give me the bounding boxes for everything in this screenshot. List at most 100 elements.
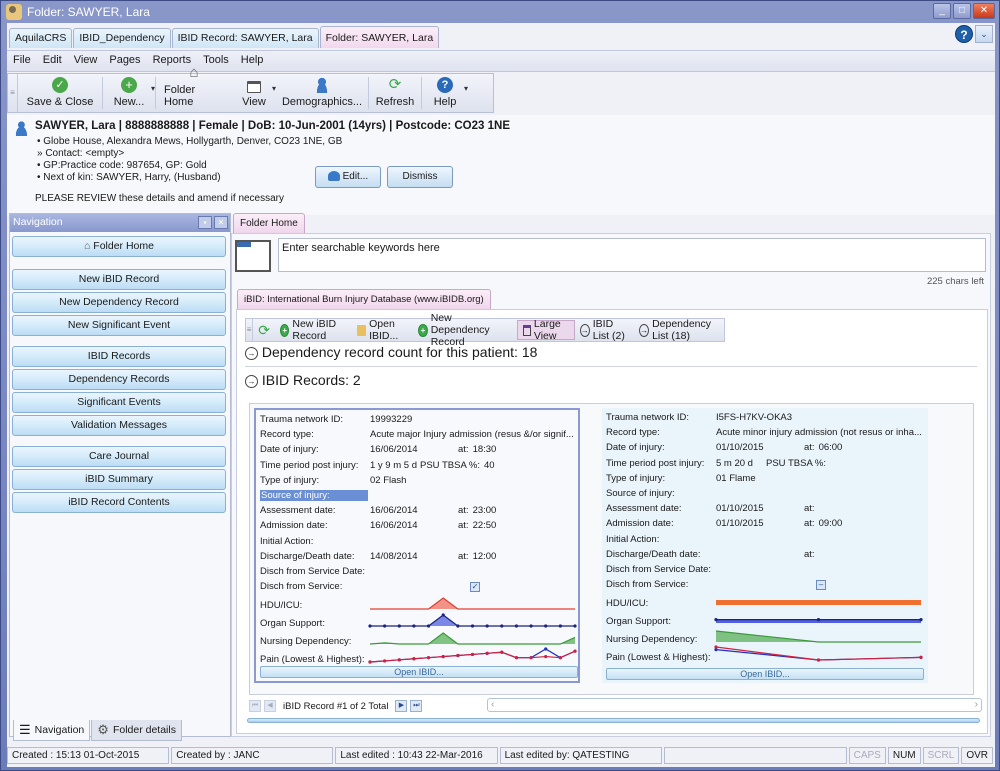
toolbar-grip[interactable]: ≡: [8, 74, 18, 112]
nav-ibid-records[interactable]: IBID Records: [12, 346, 226, 367]
field-trauma-id[interactable]: Trauma network ID: I5FS-H7KV-OKA3: [606, 412, 924, 427]
help-icon[interactable]: ?: [955, 25, 973, 43]
tab-folder-home[interactable]: Folder Home: [233, 213, 305, 233]
arrow-right-circle-icon: →: [579, 323, 590, 337]
horizontal-scrollbar[interactable]: ‹ ›: [487, 698, 982, 712]
folder-home-button[interactable]: ⌂ Folder Home: [156, 65, 232, 112]
new-ibid-record-button[interactable]: + New iBID Record: [275, 318, 352, 342]
field-date-injury[interactable]: Date of injury: 01/10/2015 at: 06:00: [606, 442, 924, 457]
ibid-records-heading[interactable]: → IBID Records: 2: [245, 372, 361, 388]
menu-edit[interactable]: Edit: [43, 54, 62, 71]
nav-validation-messages[interactable]: Validation Messages: [12, 415, 226, 436]
tab-ibid[interactable]: iBID: International Burn Injury Database…: [237, 289, 491, 309]
field-discharge[interactable]: Discharge/Death date: 14/08/2014 at: 12:00: [260, 551, 578, 566]
edit-button[interactable]: Edit...: [315, 166, 381, 188]
dropdown-arrow-icon[interactable]: ▾: [151, 84, 155, 93]
nav-new-ibid-record[interactable]: New iBID Record: [12, 269, 226, 290]
field-label: Type of injury:: [606, 472, 666, 484]
first-record-button[interactable]: ⏮: [249, 700, 261, 712]
field-disch-service[interactable]: Disch from Service: –: [606, 579, 924, 594]
field-source-injury[interactable]: Source of injury:: [260, 490, 578, 505]
field-assessment[interactable]: Assessment date: 16/06/2014 at: 23:00: [260, 505, 578, 520]
nav-significant-events[interactable]: Significant Events: [12, 392, 226, 413]
view-button[interactable]: View ▾: [232, 74, 276, 112]
tab-ibid-record[interactable]: IBID Record: SAWYER, Lara: [171, 28, 319, 48]
tab-navigation[interactable]: ☰ Navigation: [13, 720, 91, 741]
pin-icon[interactable]: ▪: [198, 216, 212, 229]
minimize-button[interactable]: _: [933, 3, 951, 19]
nav-new-dependency-record[interactable]: New Dependency Record: [12, 292, 226, 313]
maximize-button[interactable]: □: [953, 3, 971, 19]
field-record-type[interactable]: Record type: Acute major Injury admission…: [260, 429, 578, 444]
menu-help[interactable]: Help: [241, 54, 264, 71]
field-value: Acute minor injury admission (not resus …: [716, 427, 922, 439]
refresh-button[interactable]: ⟳ Refresh: [369, 74, 421, 112]
close-button[interactable]: ✕: [973, 3, 995, 19]
toolbar-grip[interactable]: ≡: [246, 319, 254, 341]
menu-file[interactable]: File: [13, 54, 31, 71]
ibid-record-card-2[interactable]: Trauma network ID: I5FS-H7KV-OKA3 Record t…: [602, 408, 928, 683]
field-disch-date[interactable]: Disch from Service Date:: [260, 566, 578, 581]
splitter-handle[interactable]: [247, 718, 980, 723]
field-initial-action[interactable]: Initial Action:: [606, 534, 924, 549]
field-trauma-id[interactable]: Trauma network ID: 19993229: [260, 414, 578, 429]
new-button[interactable]: + New... ▾: [103, 74, 155, 112]
tab-folder-details[interactable]: ⚙ Folder details: [91, 720, 182, 741]
open-ibid-button[interactable]: Open IBID...: [352, 318, 414, 342]
tab-ibid-dependency[interactable]: IBID_Dependency: [73, 28, 171, 48]
dropdown-arrow-icon[interactable]: ▾: [464, 84, 468, 93]
field-discharge[interactable]: Discharge/Death date: at:: [606, 549, 924, 564]
field-label: Disch from Service Date:: [260, 566, 366, 577]
field-disch-service[interactable]: Disch from Service: ✓: [260, 581, 578, 596]
save-close-button[interactable]: ✓ Save & Close: [18, 74, 102, 112]
nav-ibid-summary[interactable]: iBID Summary: [12, 469, 226, 490]
scroll-left-icon[interactable]: ‹: [491, 699, 494, 710]
demographics-button[interactable]: Demographics...: [276, 74, 368, 112]
menu-pages[interactable]: Pages: [109, 54, 140, 71]
field-admission[interactable]: Admission date: 16/06/2014 at: 22:50: [260, 520, 578, 535]
field-disch-date[interactable]: Disch from Service Date:: [606, 564, 924, 579]
tab-aquilacrs[interactable]: AquilaCRS: [9, 28, 73, 48]
field-type-injury[interactable]: Type of injury: 02 Flash: [260, 475, 578, 490]
dismiss-button[interactable]: Dismiss: [387, 166, 453, 188]
time-field: at: 18:30: [458, 444, 496, 455]
disch-from-service-checkbox[interactable]: ✓: [470, 582, 480, 593]
refresh-button[interactable]: ⟳: [253, 322, 275, 339]
field-date-injury[interactable]: Date of injury: 16/06/2014 at: 18:30: [260, 444, 578, 459]
next-record-button[interactable]: ▶: [395, 700, 408, 712]
nav-ibid-record-contents[interactable]: iBID Record Contents: [12, 492, 226, 513]
dependency-count-heading[interactable]: → Dependency record count for this patie…: [245, 344, 537, 360]
field-time-post[interactable]: Time period post injury: 1 y 9 m 5 d PSU T…: [260, 460, 578, 475]
ibid-list-button[interactable]: → IBID List (2): [575, 318, 634, 342]
menu-tools[interactable]: Tools: [203, 54, 229, 71]
dependency-list-button[interactable]: → Dependency List (18): [634, 318, 724, 342]
field-time-post[interactable]: Time period post injury: 5 m 20 d PSU TBSA…: [606, 458, 924, 473]
tab-folder[interactable]: Folder: SAWYER, Lara: [319, 26, 440, 48]
new-dependency-record-button[interactable]: + New Dependency Record: [413, 312, 517, 348]
field-source-injury[interactable]: Source of injury:: [606, 488, 924, 503]
disch-from-service-checkbox[interactable]: –: [816, 580, 826, 591]
ibid-record-card-1[interactable]: Trauma network ID: 19993229 Record type: Ac…: [254, 408, 580, 683]
last-record-button[interactable]: ⏭: [410, 700, 423, 712]
field-assessment[interactable]: Assessment date: 01/10/2015 at:: [606, 503, 924, 518]
nav-folder-home[interactable]: ⌂ Folder Home: [12, 236, 226, 257]
menu-view[interactable]: View: [74, 54, 98, 71]
field-type-injury[interactable]: Type of injury: 01 Flame: [606, 473, 924, 488]
nav-new-significant-event[interactable]: New Significant Event: [12, 315, 226, 336]
field-initial-action[interactable]: Initial Action:: [260, 536, 578, 551]
field-admission[interactable]: Admission date: 01/10/2015 at: 09:00: [606, 518, 924, 533]
close-icon[interactable]: ✕: [214, 216, 228, 229]
nav-care-journal[interactable]: Care Journal: [12, 446, 226, 467]
open-ibid-button[interactable]: Open IBID...: [260, 666, 578, 678]
organ-support-point: [368, 624, 372, 628]
help-button[interactable]: ? Help ▾: [422, 74, 468, 112]
pain-lowest-point: [397, 658, 401, 662]
nav-dependency-records[interactable]: Dependency Records: [12, 369, 226, 390]
keywords-input[interactable]: Enter searchable keywords here: [278, 238, 986, 272]
chevron-down-icon[interactable]: ⌄: [975, 25, 993, 43]
scroll-right-icon[interactable]: ›: [975, 699, 978, 710]
large-view-button[interactable]: Large View: [516, 318, 575, 342]
previous-record-button[interactable]: ◀: [264, 700, 276, 712]
field-record-type[interactable]: Record type: Acute minor injury admission…: [606, 427, 924, 442]
open-ibid-button[interactable]: Open IBID...: [606, 668, 924, 680]
